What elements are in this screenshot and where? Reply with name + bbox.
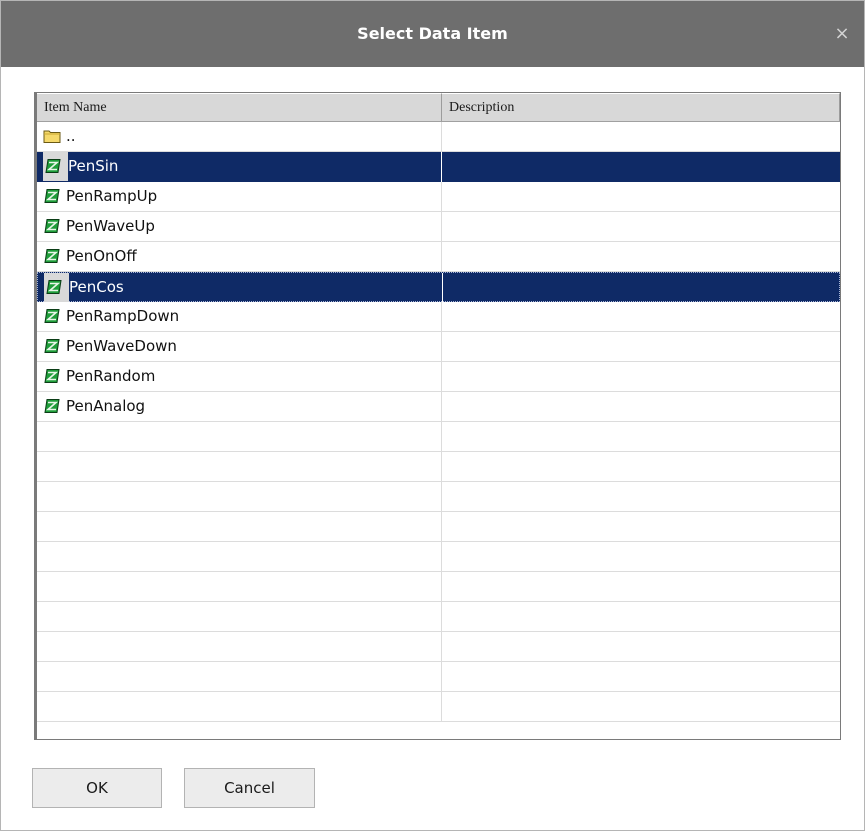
list-item[interactable]: PenRandom: [37, 362, 840, 392]
item-name-label: PenSin: [68, 157, 119, 175]
column-divider: [441, 662, 442, 692]
item-name-cell: PenAnalog: [43, 392, 145, 421]
data-item-icon: [43, 367, 66, 385]
data-item-icon: [43, 152, 68, 181]
list-item[interactable]: PenSin: [37, 152, 840, 182]
empty-list-row: [37, 602, 840, 632]
list-item[interactable]: ..: [37, 122, 840, 152]
empty-list-row: [37, 572, 840, 602]
list-item[interactable]: PenWaveDown: [37, 332, 840, 362]
item-name-cell: ..: [43, 122, 76, 151]
column-header-description[interactable]: Description: [442, 93, 840, 121]
empty-list-row: [37, 662, 840, 692]
column-divider: [441, 332, 442, 362]
close-icon[interactable]: ×: [830, 22, 854, 46]
column-divider: [441, 542, 442, 572]
column-divider: [442, 273, 443, 303]
data-item-icon: [43, 187, 66, 205]
list-item[interactable]: PenRampUp: [37, 182, 840, 212]
item-name-label: ..: [66, 127, 76, 145]
data-item-icon: [43, 397, 66, 415]
item-name-label: PenCos: [69, 278, 124, 296]
item-name-label: PenWaveDown: [66, 337, 177, 355]
item-name-label: PenOnOff: [66, 247, 137, 265]
column-divider: [441, 482, 442, 512]
item-name-cell: PenRampDown: [43, 302, 179, 331]
list-item[interactable]: PenWaveUp: [37, 212, 840, 242]
list-header: Item Name Description: [37, 93, 840, 122]
column-divider: [441, 392, 442, 422]
item-name-label: PenAnalog: [66, 397, 146, 415]
item-name-cell: PenCos: [44, 273, 124, 302]
empty-list-row: [37, 632, 840, 662]
list-item[interactable]: PenOnOff: [37, 242, 840, 272]
list-item[interactable]: PenAnalog: [37, 392, 840, 422]
empty-list-row: [37, 452, 840, 482]
empty-list-row: [37, 692, 840, 722]
item-name-label: PenRampUp: [66, 187, 158, 205]
column-header-item-name[interactable]: Item Name: [37, 93, 442, 121]
column-divider: [441, 692, 442, 722]
data-item-icon: [43, 337, 66, 355]
select-data-item-dialog: Select Data Item × Item Name Description…: [0, 0, 865, 831]
title-bar[interactable]: Select Data Item ×: [1, 1, 864, 67]
empty-list-row: [37, 542, 840, 572]
list-rows: .. PenSin PenRampUp PenWaveUp PenOnOff PenCos…: [37, 122, 840, 722]
column-divider: [441, 152, 442, 182]
folder-icon: [43, 127, 66, 145]
cancel-button[interactable]: Cancel: [184, 768, 315, 808]
data-item-icon: [43, 307, 66, 325]
data-item-icon: [44, 273, 69, 302]
item-name-cell: PenWaveUp: [43, 212, 155, 241]
empty-list-row: [37, 512, 840, 542]
column-divider: [441, 452, 442, 482]
column-divider: [441, 632, 442, 662]
column-divider: [441, 182, 442, 212]
empty-list-row: [37, 422, 840, 452]
list-item[interactable]: PenRampDown: [37, 302, 840, 332]
item-name-cell: PenRampUp: [43, 182, 157, 211]
data-item-icon: [43, 217, 66, 235]
item-name-cell: PenWaveDown: [43, 332, 177, 361]
item-name-cell: PenRandom: [43, 362, 155, 391]
data-item-icon: [43, 247, 66, 265]
column-divider: [441, 122, 442, 152]
column-divider: [441, 602, 442, 632]
column-divider: [441, 302, 442, 332]
column-divider: [441, 512, 442, 542]
item-name-cell: PenOnOff: [43, 242, 137, 271]
item-name-label: PenRandom: [66, 367, 156, 385]
column-divider: [441, 572, 442, 602]
column-divider: [441, 242, 442, 272]
item-name-label: PenRampDown: [66, 307, 180, 325]
ok-button[interactable]: OK: [32, 768, 162, 808]
item-name-cell: PenSin: [43, 152, 118, 181]
dialog-title: Select Data Item: [357, 24, 508, 43]
list-item[interactable]: PenCos: [37, 272, 840, 303]
item-name-label: PenWaveUp: [66, 217, 155, 235]
column-divider: [441, 362, 442, 392]
column-divider: [441, 422, 442, 452]
column-divider: [441, 212, 442, 242]
data-item-list[interactable]: Item Name Description .. PenSin PenRampUp P…: [34, 92, 841, 740]
empty-list-row: [37, 482, 840, 512]
